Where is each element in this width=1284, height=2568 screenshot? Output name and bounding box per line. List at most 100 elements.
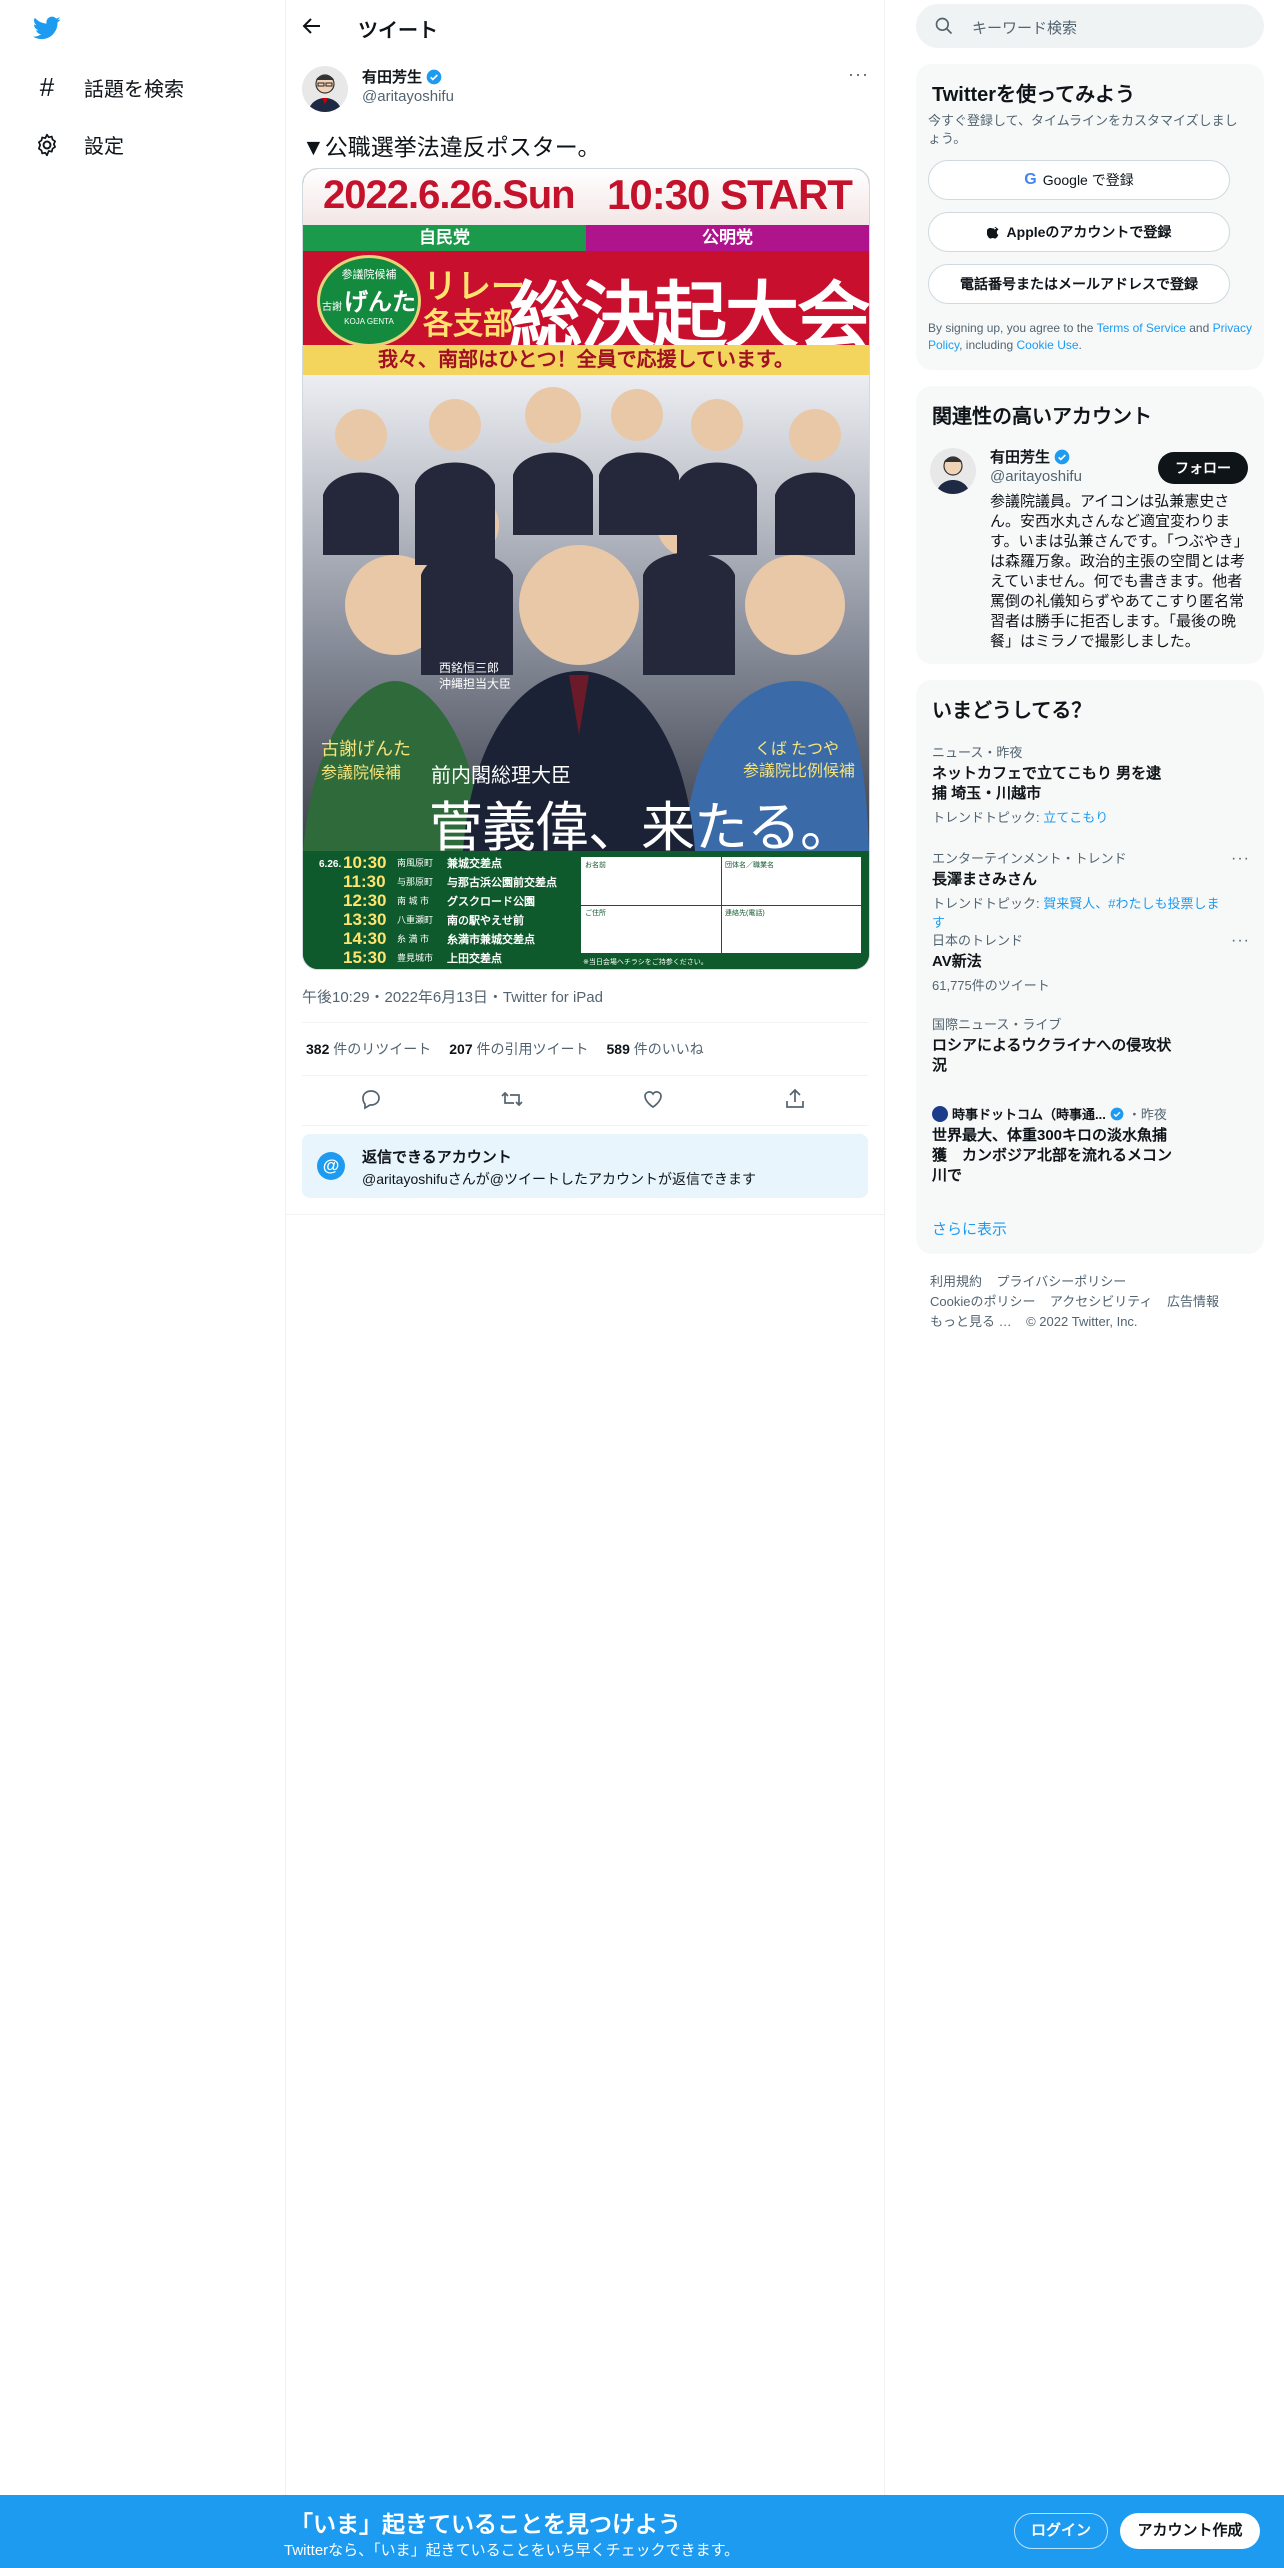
retweet-icon[interactable]: [500, 1087, 526, 1113]
poster-candidate-badge: 参議院候補 古謝 げんた KOJA GENTA: [317, 255, 421, 347]
at-sign-icon: @: [317, 1152, 345, 1180]
login-button[interactable]: ログイン: [1014, 2513, 1108, 2549]
poster-person-label-2: 沖縄担当大臣: [439, 677, 512, 691]
footer-link[interactable]: 広告情報: [1167, 1294, 1219, 1309]
more-options-icon[interactable]: ···: [848, 64, 869, 85]
likes-stat[interactable]: 589 件のいいね: [607, 1039, 704, 1059]
poster-left-label-1: 古謝げんた: [321, 739, 411, 759]
terms-link[interactable]: Terms of Service: [1097, 321, 1186, 335]
verified-badge-icon: [1110, 1107, 1124, 1121]
tweet-text: ▼公職選挙法違反ポスター。: [302, 134, 601, 160]
nav-settings[interactable]: 設定: [34, 130, 124, 159]
cookie-link[interactable]: Cookie Use: [1017, 338, 1079, 352]
footer-link[interactable]: Cookieのポリシー: [930, 1294, 1035, 1309]
retweets-stat[interactable]: 382 件のリツイート: [306, 1039, 431, 1059]
tweet-image[interactable]: 2022.6.26.Sun 10:30 START 自民党 公明党 参議院候補 …: [302, 168, 870, 970]
poster-slogan: 我々、南部はひとつ！全員で応援しています。: [303, 345, 869, 375]
nav-explore-label: 話題を検索: [84, 79, 184, 101]
apple-logo-icon: [986, 224, 1001, 240]
poster-party-left: 自民党: [303, 225, 586, 251]
trends-title: いまどうしてる？: [932, 700, 1092, 722]
author-name[interactable]: 有田芳生: [362, 66, 422, 87]
main-column: ツイート 有田芳生 @aritayoshifu ··· ▼公職選挙法違反ポスター…: [286, 0, 885, 2495]
footer-links: 利用規約 プライバシーポリシー Cookieのポリシー アクセシビリティ 広告情…: [930, 1272, 1250, 1332]
search-input[interactable]: キーワード検索: [972, 17, 1077, 38]
schedule-row: 15:30 豊見城市 上田交差点: [343, 947, 502, 967]
twitter-logo-icon[interactable]: [32, 14, 62, 42]
page-title: ツイート: [358, 20, 438, 42]
author-handle[interactable]: @aritayoshifu: [362, 88, 454, 105]
related-name[interactable]: 有田芳生: [990, 446, 1050, 467]
poster-schedule: 6.26. 10:30 南風原町 兼城交差点 11:30 与那原町 与那古浜公園前交差点 1…: [303, 851, 869, 969]
poster-party-right: 公明党: [586, 225, 869, 251]
phone-email-signup-button[interactable]: 電話番号またはメールアドレスで登録: [928, 264, 1230, 304]
schedule-row: 14:30 糸 満 市糸満市兼城交差点: [343, 928, 535, 948]
trend-item[interactable]: 時事ドットコム（時事通... ・昨夜 世界最大、体重300キロの淡水魚捕獲 カン…: [932, 1104, 1232, 1186]
related-bio: 参議院議員。アイコンは弘兼憲史さん。安西水丸さんなど適宜変わります。いまは弘兼さ…: [990, 493, 1246, 650]
verified-badge-icon: [1054, 449, 1070, 465]
footer-link[interactable]: 利用規約: [930, 1274, 982, 1289]
quotes-stat[interactable]: 207 件の引用ツイート: [449, 1039, 588, 1059]
trends-card: いまどうしてる？ ニュース・昨夜 ネットカフェで立てこもり 男を逮捕 埼玉・川越…: [916, 680, 1264, 1254]
google-signup-button[interactable]: G Google で登録: [928, 160, 1230, 200]
like-icon[interactable]: [641, 1087, 667, 1113]
tos-text: By signing up, you agree to the Terms of…: [928, 321, 1252, 352]
follow-button[interactable]: フォロー: [1158, 452, 1248, 484]
search-box[interactable]: キーワード検索: [916, 4, 1264, 48]
reply-icon[interactable]: [359, 1087, 385, 1113]
bottom-signup-bar: 「いま」起きていることを見つけよう Twitterなら、「いま」起きていることを…: [0, 2495, 1284, 2568]
related-handle[interactable]: @aritayoshifu: [990, 468, 1082, 485]
tweet-actions: [302, 1075, 868, 1126]
page-header: ツイート: [286, 0, 884, 53]
reply-box-title: 返信できるアカウント: [362, 1149, 512, 1166]
show-more-link[interactable]: さらに表示: [932, 1218, 1007, 1239]
reply-box-text: @aritayoshifuさんが@ツイートしたアカウントが返信できます: [362, 1171, 757, 1187]
footer-link[interactable]: アクセシビリティ: [1050, 1294, 1153, 1309]
poster-branch: 各支部: [423, 308, 513, 341]
footer-more-link[interactable]: もっと見る …: [930, 1314, 1012, 1329]
bottom-sub: Twitterなら、「いま」起きていることをいち早くチェックできます。: [284, 2542, 740, 2559]
google-logo-icon: G: [1024, 171, 1037, 188]
hashtag-icon: #: [39, 72, 55, 102]
trend-more-icon[interactable]: ···: [1231, 850, 1250, 868]
footer-link[interactable]: プライバシーポリシー: [996, 1274, 1126, 1289]
nav-explore[interactable]: # 話題を検索: [34, 72, 184, 103]
share-icon[interactable]: [783, 1087, 809, 1113]
signup-title: Twitterを使ってみよう: [932, 84, 1136, 106]
poster-time: 10:30 START: [607, 171, 853, 218]
apple-signup-button[interactable]: Appleのアカウントで登録: [928, 212, 1230, 252]
nav-settings-label: 設定: [84, 136, 124, 158]
trend-item[interactable]: エンターテインメント・トレンド 長澤まさみさん トレンドトピック: 賀来賢人、#…: [932, 848, 1232, 931]
reply-restriction-box: @ 返信できるアカウント @aritayoshifuさんが@ツイートしたアカウン…: [302, 1134, 868, 1198]
poster-person-label-1: 西銘恒三郎: [439, 661, 500, 675]
tweet-stats: 382 件のリツイート 207 件の引用ツイート 589 件のいいね: [302, 1022, 868, 1076]
bottom-title: 「いま」起きていることを見つけよう: [290, 2511, 681, 2537]
schedule-row: 10:30 南風原町 兼城交差点: [343, 852, 502, 872]
poster-form: お名前 団体名／職業名 ご住所 連絡先(電話): [581, 857, 861, 953]
gear-icon: [34, 132, 60, 158]
poster-right-label-2: 参議院比例候補: [743, 763, 856, 780]
tweet-timestamp[interactable]: 午後10:29・2022年6月13日・Twitter for iPad: [302, 986, 603, 1007]
trend-item[interactable]: 日本のトレンド AV新法 61,775件のツイート: [932, 930, 1232, 994]
schedule-row: 11:30 与那原町 与那古浜公園前交差点: [343, 871, 557, 891]
signup-card: Twitterを使ってみよう 今すぐ登録して、タイムラインをカスタマイズしましょ…: [916, 64, 1264, 370]
schedule-row: 13:30 八重瀬町 南の駅やえせ前: [343, 909, 524, 929]
related-avatar[interactable]: [930, 448, 976, 494]
trend-item[interactable]: ニュース・昨夜 ネットカフェで立てこもり 男を逮捕 埼玉・川越市 トレンドトピッ…: [932, 742, 1232, 826]
search-icon: [934, 16, 954, 36]
poster-right-label-1: くば たつや: [755, 741, 840, 758]
footer-copyright: © 2022 Twitter, Inc.: [1026, 1314, 1138, 1329]
signup-sub: 今すぐ登録して、タイムラインをカスタマイズしましょう。: [928, 113, 1238, 146]
poster-date: 2022.6.26.Sun: [323, 173, 576, 217]
verified-badge-icon: [426, 69, 442, 85]
related-accounts-card: 関連性の高いアカウント 有田芳生 @aritayoshifu フォロー 参議院議…: [916, 386, 1264, 664]
back-arrow-icon[interactable]: [300, 14, 324, 38]
poster-left-label-2: 参議院候補: [321, 765, 402, 782]
news-source-avatar: [932, 1105, 948, 1122]
trend-more-icon[interactable]: ···: [1231, 932, 1250, 950]
trend-item[interactable]: 国際ニュース・ライブ ロシアによるウクライナへの侵攻状況: [932, 1014, 1232, 1076]
create-account-button[interactable]: アカウント作成: [1120, 2513, 1260, 2549]
schedule-row: 12:30 南 城 市グスクロード公園: [343, 890, 535, 910]
left-nav: # 話題を検索 設定: [0, 0, 286, 2495]
author-avatar[interactable]: [302, 66, 348, 112]
